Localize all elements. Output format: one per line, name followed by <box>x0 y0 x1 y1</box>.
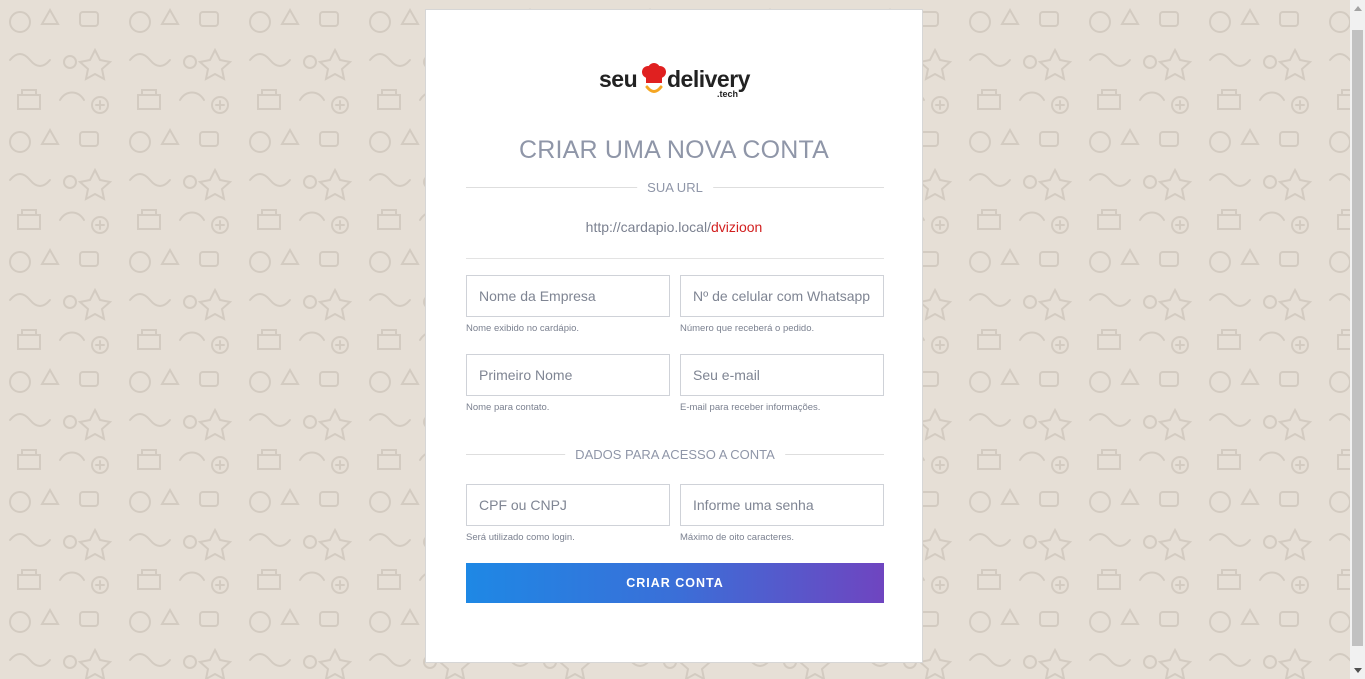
first-name-input[interactable] <box>466 354 670 396</box>
access-section-divider: DADOS PARA ACESSO A CONTA <box>466 447 884 462</box>
brand-logo: seu delivery .tech <box>596 62 756 102</box>
url-section-divider: SUA URL <box>466 180 884 195</box>
scrollbar-thumb[interactable] <box>1352 30 1363 646</box>
email-hint: E-mail para receber informações. <box>680 402 821 413</box>
first-name-hint: Nome para contato. <box>466 402 550 413</box>
logo-suffix: .tech <box>717 89 739 99</box>
cpf-cnpj-hint: Será utilizado como login. <box>466 532 575 543</box>
cpf-field-group: Será utilizado como login. <box>466 484 670 543</box>
url-section-label: SUA URL <box>637 180 713 195</box>
scroll-up-arrow-icon[interactable] <box>1354 6 1362 11</box>
page-scrollbar[interactable] <box>1350 0 1365 679</box>
signup-card: seu delivery .tech CRIAR UMA NOVA CONTA … <box>425 9 923 663</box>
email-field-group: E-mail para receber informações. <box>680 354 884 413</box>
url-slug: dvizioon <box>710 219 763 235</box>
company-name-input[interactable] <box>466 275 670 317</box>
store-url: http://cardapio.local/dvizioon <box>426 219 922 235</box>
whatsapp-phone-hint: Número que receberá o pedido. <box>680 323 815 334</box>
password-field-group: Máximo de oito caracteres. <box>680 484 884 543</box>
email-input[interactable] <box>680 354 884 396</box>
company-field-group: Nome exibido no cardápio. <box>466 275 670 334</box>
phone-field-group: Número que receberá o pedido. <box>680 275 884 334</box>
chef-hat-icon <box>642 63 666 93</box>
cpf-cnpj-input[interactable] <box>466 484 670 526</box>
password-hint: Máximo de oito caracteres. <box>680 532 795 543</box>
password-input[interactable] <box>680 484 884 526</box>
url-base: http://cardapio.local/ <box>585 219 711 235</box>
company-name-hint: Nome exibido no cardápio. <box>466 323 580 334</box>
access-section-label: DADOS PARA ACESSO A CONTA <box>565 447 785 462</box>
first-name-field-group: Nome para contato. <box>466 354 670 413</box>
whatsapp-phone-input[interactable] <box>680 275 884 317</box>
scroll-down-arrow-icon[interactable] <box>1354 668 1362 673</box>
section-separator <box>466 258 884 259</box>
logo-word-seu: seu <box>599 66 638 92</box>
page-title: CRIAR UMA NOVA CONTA <box>518 136 830 164</box>
create-account-button[interactable]: CRIAR CONTA <box>466 563 884 603</box>
